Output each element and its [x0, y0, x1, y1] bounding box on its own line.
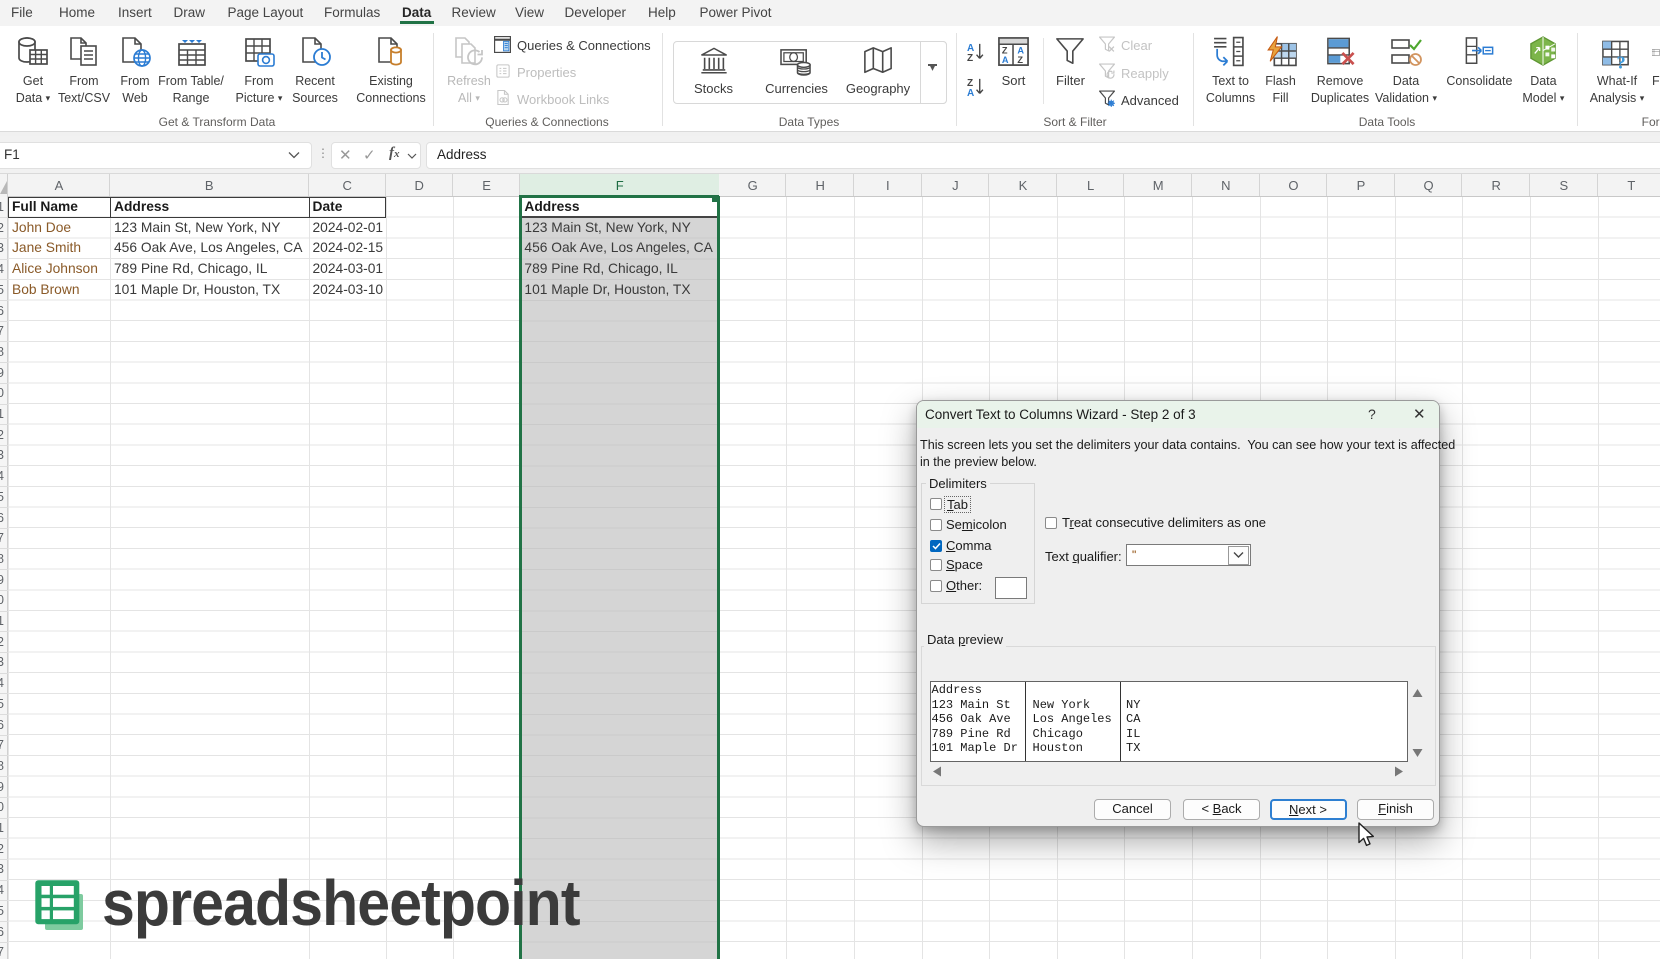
svg-text:A: A [1002, 55, 1009, 65]
svg-text:Z: Z [1002, 45, 1008, 55]
svg-text:A: A [1017, 45, 1024, 55]
svg-text:Z: Z [967, 53, 973, 62]
svg-text:?: ? [1617, 53, 1626, 72]
svg-text:A: A [967, 88, 974, 97]
svg-text:Z: Z [1017, 55, 1023, 65]
